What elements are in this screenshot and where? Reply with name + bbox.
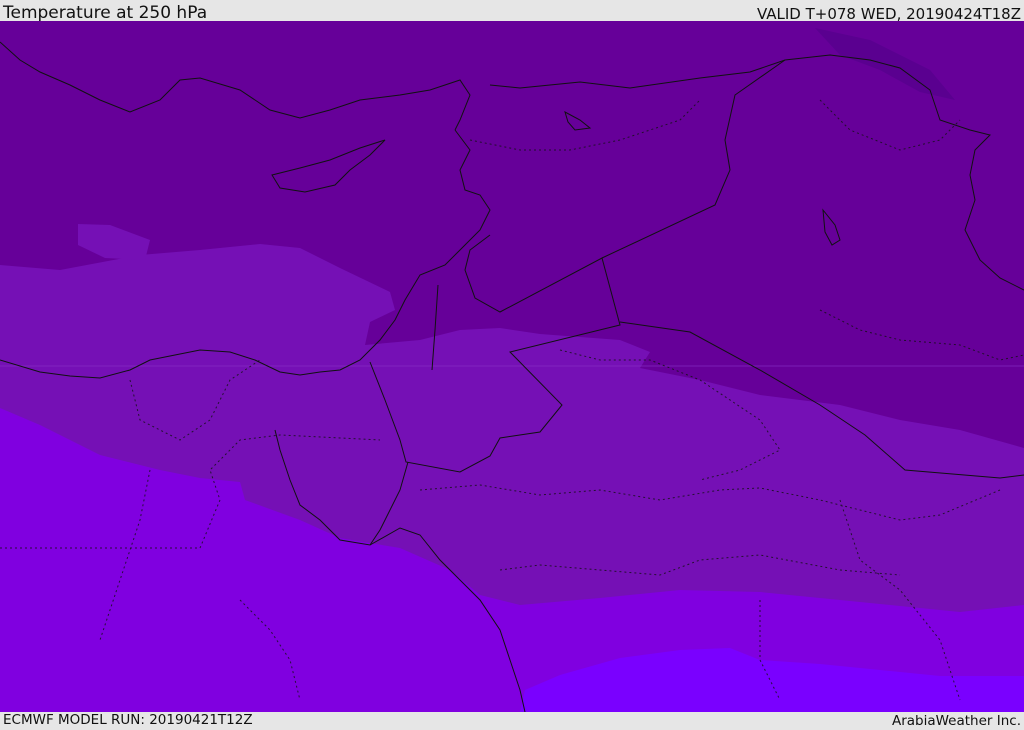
map-title: Temperature at 250 hPa xyxy=(3,3,208,23)
credit-label: ArabiaWeather Inc. xyxy=(891,713,1021,729)
weather-map[interactable] xyxy=(0,21,1024,712)
model-run-label: ECMWF MODEL RUN: 20190421T12Z xyxy=(3,712,253,728)
